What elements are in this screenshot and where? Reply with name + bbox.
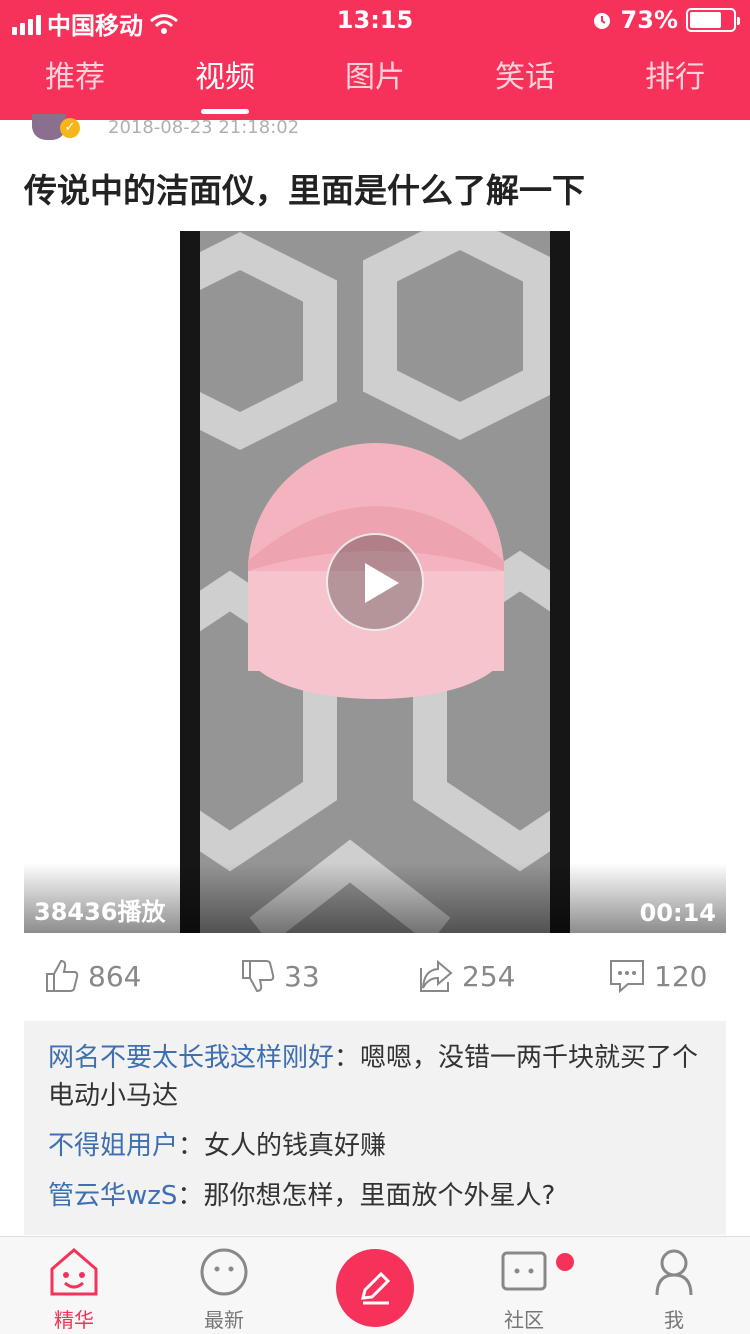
comment-icon xyxy=(610,960,644,994)
pencil-icon xyxy=(361,1271,391,1305)
comment-text: 女人的钱真好赚 xyxy=(204,1131,387,1161)
video-duration: 00:14 xyxy=(639,899,716,927)
app-header: 中国移动 13:15 73% 推荐 视频 图片 笑话 排行 xyxy=(0,0,750,120)
avatar[interactable]: ✓ xyxy=(32,114,80,140)
nav-latest-label: 最新 xyxy=(204,1308,244,1332)
share-icon xyxy=(420,959,453,992)
nav-community-label: 社区 xyxy=(504,1308,544,1332)
battery-icon xyxy=(686,8,740,32)
comment-user[interactable]: 网名不要太长我这样刚好 xyxy=(48,1043,334,1073)
page: 中国移动 13:15 73% 推荐 视频 图片 笑话 排行 ✓ 2018-08-… xyxy=(0,0,750,1334)
post-title[interactable]: 传说中的洁面仪，里面是什么了解一下 xyxy=(24,164,724,212)
list-item[interactable]: 网名不要太长我这样刚好：嗯嗯，没错一两千块就买了个电动小马达 xyxy=(48,1039,702,1115)
share-button[interactable]: 254 xyxy=(418,956,515,996)
comment-text: 那你想怎样，里面放个外星人? xyxy=(203,1181,556,1211)
notification-dot xyxy=(556,1253,574,1271)
featured-icon xyxy=(50,1248,98,1296)
post-timestamp: 2018-08-23 21:18:02 xyxy=(108,116,300,138)
alarm-icon xyxy=(593,13,610,29)
play-button[interactable] xyxy=(326,533,424,631)
latest-icon xyxy=(200,1248,248,1296)
battery-percent: 73% xyxy=(620,6,678,34)
verified-icon: ✓ xyxy=(60,118,80,138)
profile-icon xyxy=(655,1249,693,1296)
tab-jokes[interactable]: 笑话 xyxy=(450,48,600,120)
dislike-button[interactable]: 33 xyxy=(240,956,320,996)
like-button[interactable]: 864 xyxy=(44,956,141,996)
share-count: 254 xyxy=(462,959,516,993)
like-count: 864 xyxy=(88,959,142,993)
list-item[interactable]: 管云华wzS：那你想怎样，里面放个外星人? xyxy=(48,1177,702,1215)
nav-latest[interactable]: 最新 xyxy=(174,1247,274,1333)
post-actions: 864 33 254 120 xyxy=(0,950,750,1006)
comment-count: 120 xyxy=(654,959,708,993)
community-icon xyxy=(501,1251,547,1291)
tab-video[interactable]: 视频 xyxy=(150,48,300,120)
thumbs-down-icon xyxy=(242,960,275,993)
compose-button[interactable] xyxy=(336,1249,414,1327)
status-bar: 中国移动 13:15 73% xyxy=(0,0,750,40)
comment-button[interactable]: 120 xyxy=(608,956,707,996)
hot-comments: 网名不要太长我这样刚好：嗯嗯，没错一两千块就买了个电动小马达 不得姐用户：女人的… xyxy=(24,1021,726,1235)
play-count: 38436播放 xyxy=(34,898,166,926)
video-player[interactable]: 38436播放 00:14 xyxy=(24,231,726,933)
dislike-count: 33 xyxy=(284,959,320,993)
bottom-nav: 精华 最新 社区 我 xyxy=(0,1236,750,1334)
nav-featured-label: 精华 xyxy=(54,1308,94,1332)
tab-pictures[interactable]: 图片 xyxy=(300,48,450,120)
comment-user[interactable]: 管云华wzS xyxy=(48,1181,177,1211)
tab-ranking[interactable]: 排行 xyxy=(600,48,750,120)
thumbs-up-icon xyxy=(46,959,79,992)
nav-featured[interactable]: 精华 xyxy=(24,1247,124,1333)
comment-user[interactable]: 不得姐用户 xyxy=(48,1131,178,1161)
nav-me[interactable]: 我 xyxy=(624,1247,724,1333)
tab-recommend[interactable]: 推荐 xyxy=(0,48,150,120)
list-item[interactable]: 不得姐用户：女人的钱真好赚 xyxy=(48,1127,702,1165)
post-meta: ✓ 2018-08-23 21:18:02 xyxy=(32,114,299,140)
nav-me-label: 我 xyxy=(664,1308,684,1332)
top-tab-bar: 推荐 视频 图片 笑话 排行 xyxy=(0,48,750,120)
